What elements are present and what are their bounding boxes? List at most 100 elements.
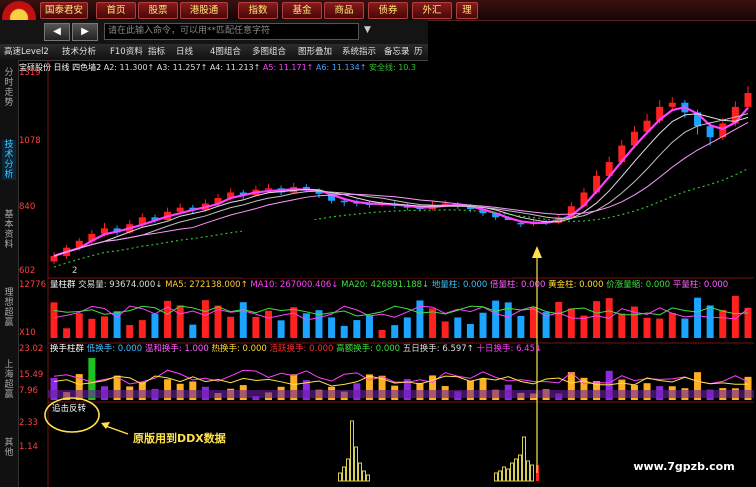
func-overlay[interactable]: 图形叠加 <box>298 45 332 59</box>
vol-ma10: MA10: 267000.406↓ <box>250 280 339 290</box>
func-multichart[interactable]: 多图组合 <box>252 45 286 59</box>
volume-bar <box>290 307 298 338</box>
volume-bar <box>50 302 58 338</box>
nav-hk-connect[interactable]: 港股通 <box>180 2 228 19</box>
volume-bar <box>252 316 260 338</box>
a5-value: A5: 11.171↑ <box>262 63 314 72</box>
func-f10[interactable]: F10资料 <box>110 45 143 59</box>
volume-bar <box>189 324 197 338</box>
candle <box>50 255 58 262</box>
func-level2[interactable]: 高速Level2 <box>4 45 49 59</box>
nav-more[interactable]: 理 <box>456 2 478 19</box>
volume-bar <box>668 312 676 338</box>
forward-button[interactable]: ▶ <box>72 23 98 41</box>
indicator-name[interactable]: 四色墙2 <box>72 63 101 72</box>
volume-bar <box>517 315 525 338</box>
func-4chart[interactable]: 4图组合 <box>210 45 241 59</box>
price-ylabel-bottom: 602 <box>19 266 36 276</box>
nav-broker[interactable]: 国泰君安 <box>40 2 88 19</box>
nav-home[interactable]: 首页 <box>96 2 136 19</box>
volume-bar <box>328 317 336 338</box>
volume-bar <box>201 300 209 338</box>
volume-bar <box>151 313 159 338</box>
nav-index[interactable]: 指数 <box>238 2 278 19</box>
reversal-bar <box>362 470 366 482</box>
annotation-text: 原版用到DDX数据 <box>133 432 226 445</box>
volume-bar <box>365 315 373 338</box>
safe-line-value: 安全线: 10.3 <box>368 63 417 72</box>
func-indicator[interactable]: 指标 <box>148 45 165 59</box>
price-ylabel-top: 1319 <box>19 68 41 78</box>
func-history[interactable]: 历史 <box>414 45 428 59</box>
turnover-base-band <box>48 390 754 398</box>
volume-panel-title: 量柱群 交易量: 93674.000↓ MA5: 272138.000↑ MA1… <box>50 280 750 291</box>
volume-bar <box>555 301 563 338</box>
turnover-warm: 温和换手: 1.000 <box>144 344 209 354</box>
turnover-five: 五日换手: 6.597↑ <box>402 344 474 354</box>
nav-forex[interactable]: 外汇 <box>412 2 452 19</box>
volume-bar <box>340 325 348 338</box>
volume-bar <box>429 308 437 338</box>
volume-bar <box>706 305 714 338</box>
candle <box>265 188 273 190</box>
a6-value: A6: 11.134↑ <box>315 63 367 72</box>
vol-beiliang: 倍量柱: 0.000 <box>489 280 546 290</box>
period-label[interactable]: 日线 <box>54 63 70 72</box>
func-daily[interactable]: 日线 <box>176 45 193 59</box>
price-info-bar: 宝硕股份 日线 四色墙2 A2: 11.300↑ A3: 11.257↑ A4:… <box>19 62 428 73</box>
volume-bar <box>656 318 664 338</box>
reversal-bar <box>358 462 362 482</box>
volume-bar <box>138 320 146 338</box>
reversal-bar <box>342 466 346 482</box>
volume-bar <box>618 313 626 338</box>
volume-bar <box>643 317 651 338</box>
volume-bar <box>593 301 601 338</box>
volume-bar <box>277 320 285 338</box>
nav-stocks[interactable]: 股票 <box>138 2 178 19</box>
candle <box>176 207 184 212</box>
reversal-bar <box>514 458 518 482</box>
reversal-bar <box>350 420 354 482</box>
vol-title: 量柱群 <box>50 280 76 290</box>
a3-value: A3: 11.257↑ <box>156 63 208 72</box>
turnover-high: 高额换手: 0.000 <box>336 344 401 354</box>
vol-value: 交易量: 93674.000↓ <box>78 280 163 290</box>
vol-jiaqiang: 价涨量缩: 0.000 <box>606 280 671 290</box>
volume-bar <box>391 325 399 338</box>
turnover-active: 活跃换手: 0.000 <box>269 344 334 354</box>
volume-bar <box>529 306 537 338</box>
reversal-bar <box>346 458 350 482</box>
turn-ylabel-top: 23.02 <box>19 344 44 354</box>
command-input[interactable]: 请在此输入命令，可以用**匹配任意字符 <box>104 23 359 40</box>
volume-bar <box>126 325 134 338</box>
volume-bar <box>239 302 247 338</box>
turn-ylabel-mid: 15.49 <box>19 370 44 380</box>
back-button[interactable]: ◀ <box>44 23 70 41</box>
nav-commodity[interactable]: 商品 <box>324 2 364 19</box>
turn-ylabel-bottom: 7.96 <box>19 386 38 396</box>
volume-bar <box>580 315 588 338</box>
vol-dizhu: 地量柱: 0.000 <box>431 280 488 290</box>
volume-bar <box>504 302 512 338</box>
chart-area[interactable] <box>0 60 756 487</box>
func-tech-analysis[interactable]: 技术分析 <box>62 45 96 59</box>
vol-ma5: MA5: 272138.000↑ <box>165 280 248 290</box>
turnover-hot: 热换手: 0.000 <box>211 344 267 354</box>
func-system[interactable]: 系统指示 <box>342 45 376 59</box>
reversal-bar <box>530 464 534 482</box>
reversal-bar <box>494 472 498 482</box>
nav-fund[interactable]: 基金 <box>282 2 322 19</box>
volume-bar <box>694 297 702 338</box>
func-memo[interactable]: 备忘录 <box>384 45 410 59</box>
nav-bond[interactable]: 债券 <box>368 2 408 19</box>
volume-bar <box>88 318 96 338</box>
reversal-bar <box>510 462 514 482</box>
volume-bar <box>454 317 462 338</box>
volume-bar <box>75 313 83 338</box>
reversal-bar <box>518 454 522 482</box>
dropdown-arrow-icon[interactable]: ▼ <box>364 25 371 35</box>
bottom-ylabel-mid: 1.14 <box>19 442 38 452</box>
vol-pingliang: 平量柱: 0.000 <box>672 280 729 290</box>
top-nav-bar: 国泰君安 首页 股票 港股通 指数 基金 商品 债券 外汇 理 <box>0 0 756 35</box>
volume-bar <box>567 308 575 338</box>
